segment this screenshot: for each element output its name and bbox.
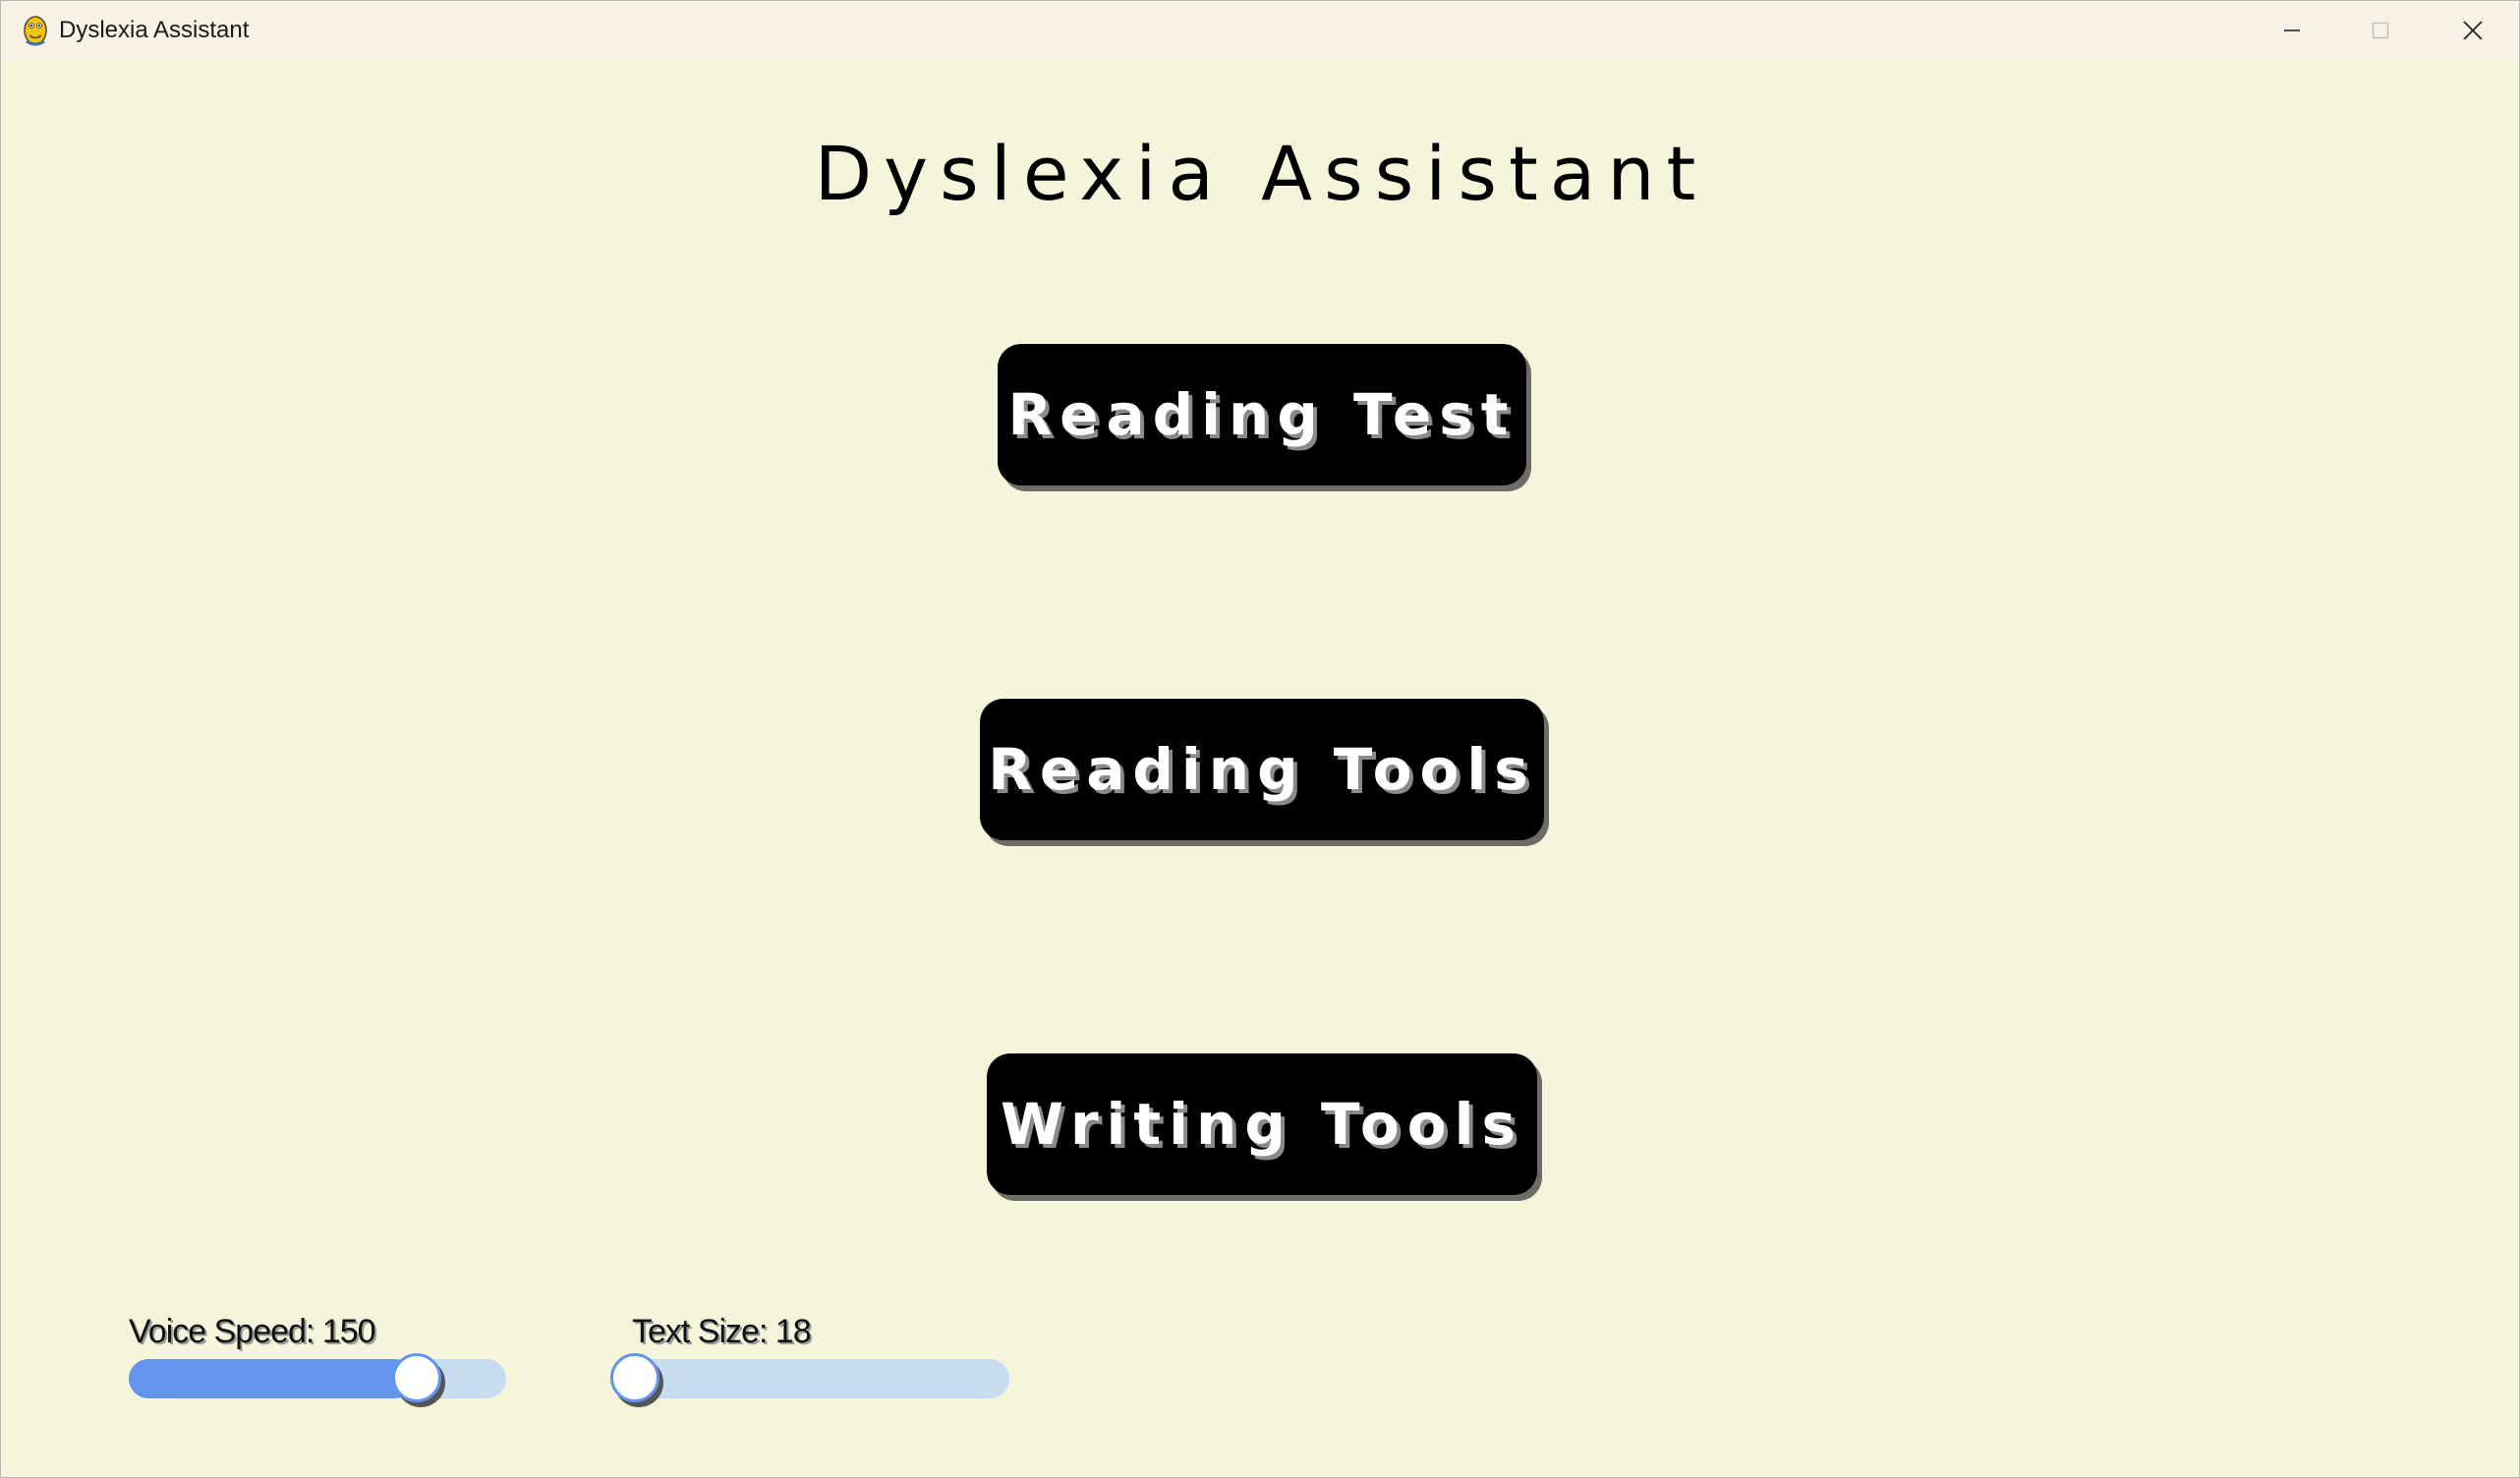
text-size-slider[interactable] bbox=[610, 1353, 1009, 1402]
minimize-icon bbox=[2284, 29, 2300, 31]
python-snake-icon bbox=[24, 16, 47, 46]
minimize-button[interactable] bbox=[2248, 1, 2336, 60]
maximize-icon bbox=[2372, 22, 2389, 39]
voice-speed-thumb[interactable] bbox=[391, 1353, 441, 1402]
text-size-thumb[interactable] bbox=[610, 1353, 659, 1402]
close-icon bbox=[2463, 21, 2483, 40]
voice-speed-label: Voice Speed: 150 bbox=[129, 1313, 376, 1350]
window-title: Dyslexia Assistant bbox=[59, 17, 250, 43]
voice-speed-slider[interactable] bbox=[129, 1353, 506, 1402]
writing-tools-button[interactable]: Writing Tools bbox=[987, 1053, 1537, 1195]
reading-tools-button[interactable]: Reading Tools bbox=[980, 699, 1544, 840]
reading-tools-label: Reading Tools bbox=[988, 736, 1536, 803]
title-bar[interactable]: Dyslexia Assistant bbox=[1, 1, 2519, 60]
maximize-button[interactable] bbox=[2336, 1, 2425, 60]
page-title: Dyslexia Assistant bbox=[814, 130, 1708, 217]
voice-speed-fill bbox=[129, 1359, 414, 1398]
reading-test-button[interactable]: Reading Test bbox=[998, 344, 1526, 485]
text-size-label: Text Size: 18 bbox=[632, 1313, 812, 1350]
app-window: Dyslexia Assistant Dyslexia Assistant Re… bbox=[0, 0, 2520, 1478]
writing-tools-label: Writing Tools bbox=[1000, 1091, 1523, 1158]
close-button[interactable] bbox=[2429, 1, 2517, 60]
reading-test-label: Reading Test bbox=[1007, 381, 1517, 448]
